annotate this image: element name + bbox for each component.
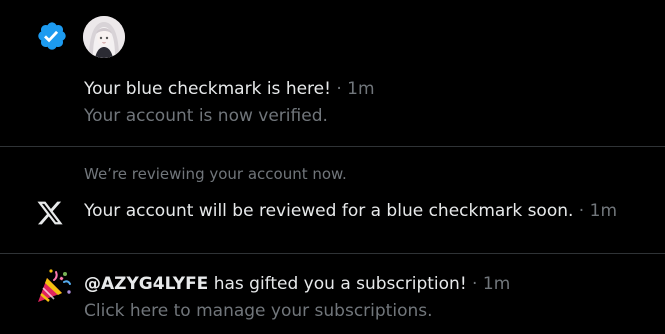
separator: · [330, 79, 348, 99]
timestamp: 1m [482, 274, 511, 294]
x-logo-icon [37, 201, 63, 225]
manage-subscriptions-link[interactable]: Click here to manage your subscriptions. [84, 300, 433, 322]
separator: · [573, 201, 590, 221]
notification-title: Your blue checkmark is here! · 1m [84, 78, 375, 100]
party-popper-icon [38, 269, 71, 302]
timestamp: 1m [589, 201, 618, 221]
title-text: Your account will be reviewed for a blue… [84, 201, 574, 221]
verified-badge-icon [38, 22, 66, 50]
notification-gift[interactable]: @AZYG4LYFE has gifted you a subscription… [0, 254, 665, 334]
notification-review[interactable]: We’re reviewing your account now. Your a… [0, 147, 665, 253]
notification-title: @AZYG4LYFE has gifted you a subscription… [84, 273, 510, 295]
username-link[interactable]: @AZYG4LYFE [84, 274, 208, 294]
separator: · [466, 274, 483, 294]
avatar-illustration [83, 16, 125, 58]
avatar[interactable] [83, 16, 125, 58]
notification-context: We’re reviewing your account now. [84, 165, 347, 183]
timestamp: 1m [347, 79, 375, 99]
title-text: has gifted you a subscription! [208, 274, 467, 294]
notification-verified[interactable]: Your blue checkmark is here! · 1m Your a… [0, 0, 665, 146]
notification-title: Your account will be reviewed for a blue… [84, 200, 617, 222]
title-text: Your blue checkmark is here! [84, 79, 331, 99]
notification-subtitle: Your account is now verified. [84, 106, 328, 126]
